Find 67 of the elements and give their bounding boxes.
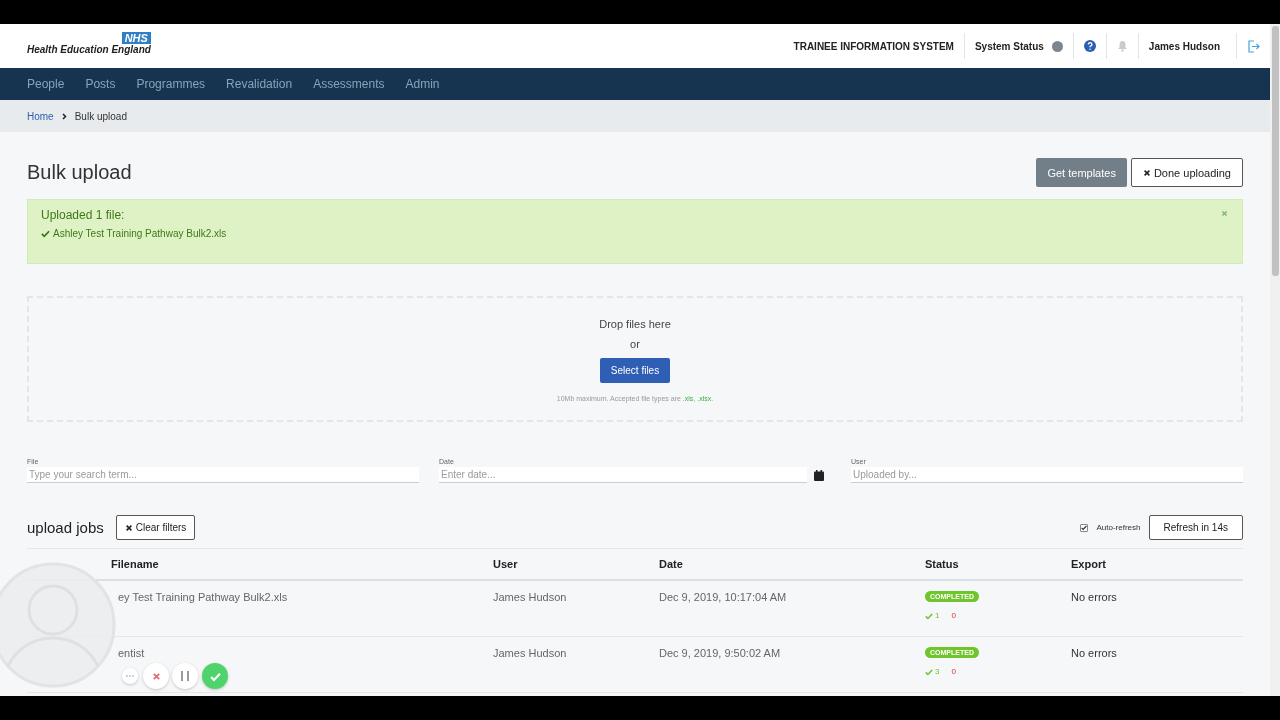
alert-title: Uploaded 1 file: — [41, 208, 125, 222]
check-icon — [925, 667, 933, 676]
error-count: 0 — [951, 667, 956, 676]
column-header: Filename — [111, 558, 160, 570]
clear-filters-button[interactable]: Clear filters — [115, 515, 196, 540]
nav-link[interactable]: Posts — [85, 77, 116, 91]
close-icon — [151, 671, 161, 681]
refresh-button[interactable]: Refresh in 14s — [1148, 515, 1243, 540]
export-cell-text: No errors — [1071, 647, 1118, 659]
close-icon — [1221, 210, 1228, 217]
pause-button[interactable] — [172, 663, 198, 689]
status-dot-icon — [1051, 40, 1063, 52]
check-icon — [209, 670, 221, 682]
date-field[interactable]: Enter date... — [439, 467, 807, 483]
breadcrumb-current: Bulk upload — [74, 110, 127, 122]
bell-icon[interactable] — [1116, 40, 1128, 52]
system-name: TRAINEE INFORMATION SYSTEM — [793, 40, 954, 52]
column-header: Date — [659, 558, 684, 570]
confirm-button[interactable] — [202, 663, 228, 689]
breadcrumb-link[interactable]: Home — [27, 110, 54, 122]
logo-badge: NHS — [121, 31, 151, 44]
more-button[interactable] — [122, 668, 138, 684]
date-cell-text: Dec 9, 2019, 10:17:04 AM — [659, 591, 788, 603]
user-name[interactable]: James Hudson — [1148, 40, 1220, 52]
nav-link[interactable]: Revalidation — [226, 77, 293, 91]
column-header: Status — [925, 558, 960, 570]
close-icon — [124, 523, 133, 532]
error-count: 0 — [951, 611, 956, 620]
nav-link[interactable]: Programmes — [136, 77, 206, 91]
nav-link[interactable]: Admin — [405, 77, 440, 91]
user-cell-text: James Hudson — [493, 647, 568, 659]
filter-field[interactable]: Uploaded by... — [851, 467, 1243, 483]
system-status-label: System Status — [974, 40, 1044, 52]
filter-field[interactable]: Type your search term... — [27, 467, 419, 483]
close-icon — [1142, 168, 1151, 177]
success-count: 3 — [935, 667, 940, 676]
auto-refresh-checkbox[interactable] — [1080, 523, 1089, 532]
done-button[interactable]: Done uploading — [1130, 158, 1243, 187]
logout-icon[interactable] — [1247, 39, 1260, 53]
calendar-icon[interactable] — [814, 469, 824, 481]
user-cell-text: James Hudson — [493, 591, 568, 603]
success-count: 1 — [935, 611, 940, 620]
help-icon[interactable] — [1083, 40, 1096, 52]
page-title: Bulk upload — [27, 161, 132, 184]
tick-icon — [1081, 524, 1088, 531]
date-cell-text: Dec 9, 2019, 9:50:02 AM — [659, 647, 782, 659]
pause-icon — [181, 671, 189, 681]
column-header: User — [493, 558, 519, 570]
select-files-button[interactable]: Select files — [599, 358, 671, 383]
cancel-button[interactable] — [143, 663, 169, 689]
or-text: or — [630, 338, 640, 350]
close-alert-icon[interactable] — [1221, 210, 1228, 217]
check-icon — [41, 229, 50, 238]
drop-prompt: Drop files here — [599, 318, 671, 330]
column-header: Export — [1071, 558, 1107, 570]
checkbox-label: Auto-refresh — [1096, 523, 1141, 532]
check-icon — [925, 611, 933, 620]
logo-text: Health Education England — [27, 43, 151, 55]
filename-cell-text: entist — [117, 647, 146, 659]
templates-button[interactable]: Get templates — [1036, 158, 1127, 187]
uploaded-file: Ashley Test Training Pathway Bulk2.xls — [53, 228, 227, 239]
nav-link[interactable]: People — [27, 77, 65, 91]
filename-cell-text: ey Test Training Pathway Bulk2.xls — [117, 591, 289, 603]
nav-link[interactable]: Assessments — [313, 77, 385, 91]
section-title: upload jobs — [27, 519, 104, 536]
export-cell-text: No errors — [1071, 591, 1118, 603]
chevron-icon — [61, 112, 67, 120]
